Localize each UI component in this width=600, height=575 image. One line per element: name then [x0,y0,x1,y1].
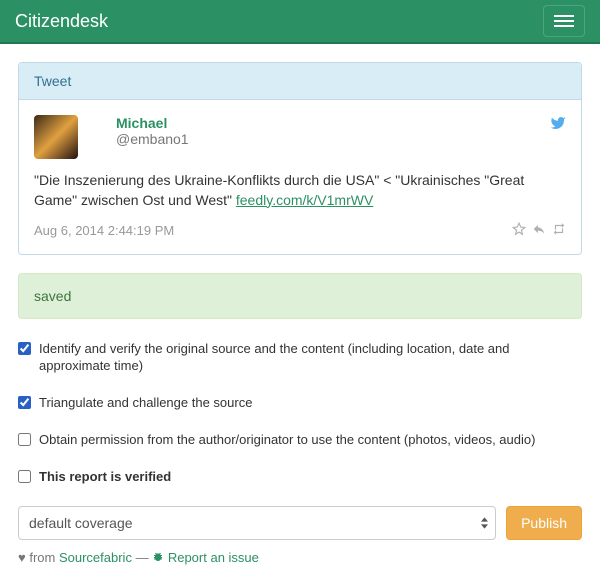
check-triangulate[interactable] [18,396,31,409]
check-verified-row: This report is verified [18,469,582,486]
retweet-icon[interactable] [552,222,566,239]
nav-toggle-button[interactable] [543,5,585,37]
check-permission[interactable] [18,433,31,446]
check-identify[interactable] [18,342,31,355]
tweet-actions [512,222,566,239]
check-permission-row: Obtain permission from the author/origin… [18,432,582,449]
star-icon[interactable] [512,222,526,239]
footer-dash: — [136,550,149,565]
brand[interactable]: Citizendesk [15,11,108,32]
tweet-text: "Die Inszenierung des Ukraine-Konflikts … [34,171,566,210]
panel-body: Michael @embano1 "Die Inszenierung des U… [19,100,581,254]
reply-icon[interactable] [532,222,546,239]
main-container: Tweet Michael @embano1 "Die Inszenierung… [0,44,600,575]
author-handle: @embano1 [116,131,189,147]
check-verified[interactable] [18,470,31,483]
report-issue-link[interactable]: Report an issue [168,550,259,565]
check-identify-label[interactable]: Identify and verify the original source … [39,341,582,375]
navbar: Citizendesk [0,0,600,44]
author-name[interactable]: Michael [116,115,189,131]
check-triangulate-label[interactable]: Triangulate and challenge the source [39,395,252,412]
tweet-footer: Aug 6, 2014 2:44:19 PM [34,222,566,239]
avatar[interactable] [34,115,78,159]
check-verified-label[interactable]: This report is verified [39,469,171,486]
tweet-timestamp: Aug 6, 2014 2:44:19 PM [34,223,174,238]
publish-button[interactable]: Publish [506,506,582,540]
coverage-select-wrap: default coverage [18,506,496,540]
footer-from: from [29,550,55,565]
tweet-header: Michael @embano1 [34,115,566,159]
coverage-select[interactable]: default coverage [18,506,496,540]
check-identify-row: Identify and verify the original source … [18,341,582,375]
tweet-user: Michael @embano1 [116,115,189,147]
action-row: default coverage Publish [18,506,582,540]
check-triangulate-row: Triangulate and challenge the source [18,395,582,412]
twitter-icon[interactable] [550,115,566,134]
sourcefabric-link[interactable]: Sourcefabric [59,550,132,565]
panel-heading: Tweet [19,63,581,100]
heart-icon: ♥ [18,550,26,565]
tweet-link[interactable]: feedly.com/k/V1mrWV [236,192,373,208]
footer: ♥ from Sourcefabric — Report an issue [18,550,582,565]
tweet-panel: Tweet Michael @embano1 "Die Inszenierung… [18,62,582,255]
bug-icon [152,550,168,565]
alert-saved: saved [18,273,582,319]
check-permission-label[interactable]: Obtain permission from the author/origin… [39,432,535,449]
